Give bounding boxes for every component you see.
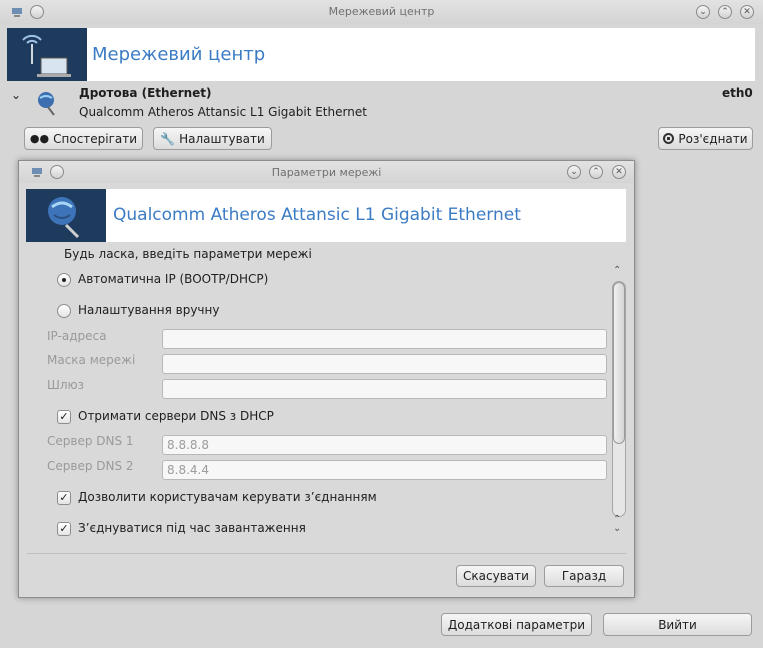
close-icon[interactable]: ✕: [612, 165, 626, 179]
scrollbar-thumb[interactable]: [613, 282, 625, 444]
device-name: Qualcomm Atheros Attansic L1 Gigabit Eth…: [79, 105, 367, 119]
gateway-field[interactable]: [162, 379, 607, 399]
minimize-icon[interactable]: ⌄: [567, 165, 581, 179]
main-titlebar: Мережевий центр ⌄ ⌃ ✕: [0, 0, 763, 24]
configure-label: Налаштувати: [179, 131, 265, 146]
minimize-icon[interactable]: ⌄: [696, 5, 710, 19]
auto-ip-radio[interactable]: [57, 273, 71, 287]
auto-ip-label: Автоматична IP (BOOTP/DHCP): [78, 272, 269, 286]
close-icon[interactable]: ✕: [740, 5, 754, 19]
dns1-field[interactable]: 8.8.8.8: [162, 435, 607, 455]
connection-type: Дротова (Ethernet): [79, 86, 212, 100]
quit-button[interactable]: Вийти: [603, 613, 752, 636]
dns-dhcp-label: Отримати сервери DNS з DHCP: [78, 409, 274, 423]
manual-label: Налаштування вручну: [78, 303, 220, 317]
configure-button[interactable]: 🔧 Налаштувати: [153, 127, 272, 150]
divider: [27, 553, 626, 554]
connect-boot-label: З’єднуватися під час завантаження: [78, 521, 306, 535]
netmask-field[interactable]: [162, 354, 607, 374]
binoculars-icon: ●●: [29, 132, 50, 145]
netmask-label: Маска мережі: [47, 353, 136, 367]
interface-name: eth0: [722, 86, 753, 100]
network-settings-dialog: Параметри мережі ⌄ ⌃ ✕ Qualcomm Atheros …: [18, 160, 635, 598]
dialog-titlebar: Параметри мережі ⌄ ⌃ ✕: [19, 161, 634, 183]
maximize-icon[interactable]: ⌃: [718, 5, 732, 19]
ip-address-field[interactable]: [162, 329, 607, 349]
gateway-label: Шлюз: [47, 378, 84, 392]
ethernet-icon: [26, 189, 106, 242]
monitor-label: Спостерігати: [53, 131, 138, 146]
dialog-banner-title: Qualcomm Atheros Attansic L1 Gigabit Eth…: [113, 205, 521, 225]
page-title: Мережевий центр: [92, 44, 266, 65]
scroll-down-icon[interactable]: ⌃ ⌄: [613, 515, 621, 534]
dialog-title: Параметри мережі: [271, 166, 382, 179]
stop-icon: [663, 133, 675, 144]
chevron-down-icon[interactable]: ⌄: [11, 88, 21, 102]
ok-button[interactable]: Гаразд: [544, 565, 624, 587]
allow-users-checkbox[interactable]: ✓: [57, 491, 71, 505]
disconnect-button[interactable]: Роз'єднати: [658, 127, 753, 150]
scroll-up-icon[interactable]: ⌃: [613, 265, 621, 276]
dns1-label: Сервер DNS 1: [47, 434, 134, 448]
wrench-icon: 🔧: [160, 131, 176, 146]
dns2-field[interactable]: 8.8.4.4: [162, 460, 607, 480]
manual-radio[interactable]: [57, 304, 71, 318]
maximize-icon[interactable]: ⌃: [589, 165, 603, 179]
dns-dhcp-checkbox[interactable]: ✓: [57, 410, 71, 424]
allow-users-label: Дозволити користувачам керувати з’єднанн…: [78, 490, 377, 504]
monitor-button[interactable]: ●● Спостерігати: [24, 127, 143, 150]
dns2-label: Сервер DNS 2: [47, 459, 134, 473]
disconnect-label: Роз'єднати: [678, 131, 748, 146]
connect-boot-checkbox[interactable]: ✓: [57, 522, 71, 536]
ethernet-icon: [38, 92, 55, 116]
ip-address-label: IP-адреса: [47, 329, 107, 343]
cancel-button[interactable]: Скасувати: [456, 565, 536, 587]
prompt-text: Будь ласка, введіть параметри мережі: [64, 247, 312, 261]
advanced-button[interactable]: Додаткові параметри: [441, 613, 592, 636]
network-icon: [7, 28, 87, 81]
window-title: Мережевий центр: [328, 5, 435, 18]
